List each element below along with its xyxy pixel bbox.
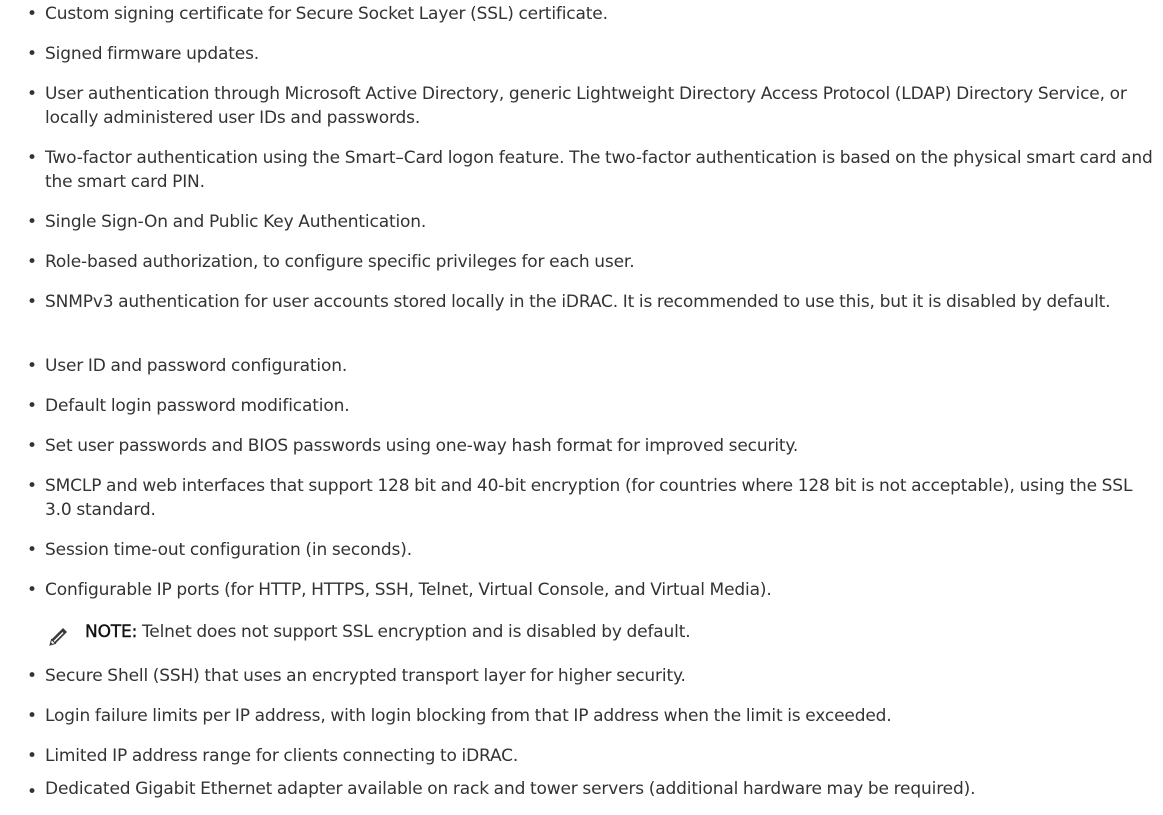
bullet-icon: • — [27, 44, 38, 64]
bullet-icon: • — [27, 356, 38, 376]
list-item-text: Login failure limits per IP address, wit… — [45, 706, 892, 726]
note-text: NOTE: Telnet does not support SSL encryp… — [85, 620, 691, 644]
note-label: NOTE: — [85, 622, 138, 642]
bullet-icon: • — [27, 666, 38, 686]
bullet-icon: • — [27, 212, 38, 232]
list-item-text: Session time-out configuration (in secon… — [45, 540, 412, 560]
list-item-text: Limited IP address range for clients con… — [45, 746, 519, 766]
bullet-icon: • — [27, 396, 38, 416]
list-item-text: Configurable IP ports (for HTTP, HTTPS, … — [45, 580, 772, 600]
list-item-text: Two-factor authentication using the Smar… — [45, 148, 1153, 192]
bullet-icon: • — [27, 4, 38, 24]
list-item-text: Set user passwords and BIOS passwords us… — [45, 436, 799, 456]
bullet-icon: • — [27, 476, 38, 496]
bullet-icon: • — [27, 540, 38, 560]
list-item-text: Signed firmware updates. — [45, 44, 260, 64]
list-item-text: User ID and password configuration. — [45, 356, 348, 376]
list-item-text: Role-based authorization, to configure s… — [45, 252, 635, 272]
bullet-icon: • — [27, 746, 38, 766]
bullet-icon: • — [27, 148, 38, 168]
list-item-text: Custom signing certificate for Secure So… — [45, 4, 608, 24]
document-page: • Custom signing certificate for Secure … — [0, 0, 1163, 815]
list-item-text: SNMPv3 authentication for user accounts … — [45, 292, 1111, 312]
bullet-icon: • — [27, 782, 38, 802]
pencil-note-icon — [47, 624, 71, 648]
bullet-icon: • — [27, 292, 38, 312]
bullet-icon: • — [27, 436, 38, 456]
list-item-text: Default login password modification. — [45, 396, 350, 416]
bullet-icon: • — [27, 706, 38, 726]
bullet-icon: • — [27, 84, 38, 104]
list-item-text: Dedicated Gigabit Ethernet adapter avail… — [45, 779, 976, 799]
bullet-icon: • — [27, 252, 38, 272]
list-item-text: Single Sign-On and Public Key Authentica… — [45, 212, 427, 232]
note-body: Telnet does not support SSL encryption a… — [137, 622, 691, 642]
list-item-text: Secure Shell (SSH) that uses an encrypte… — [45, 666, 686, 686]
list-item-text: User authentication through Microsoft Ac… — [45, 84, 1127, 128]
list-item-text: SMCLP and web interfaces that support 12… — [45, 476, 1133, 520]
bullet-icon: • — [27, 580, 38, 600]
